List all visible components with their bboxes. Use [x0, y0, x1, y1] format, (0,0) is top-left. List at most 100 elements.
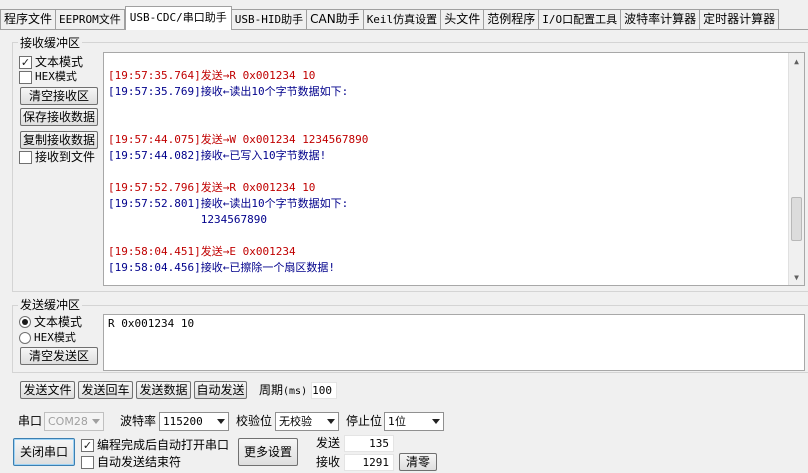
log-timestamp: [19:57:44.075] — [108, 133, 201, 146]
checkbox-unchecked-icon — [81, 455, 94, 469]
stop-bits-select[interactable]: 1位 — [384, 412, 444, 431]
recv-count-label: 接收 — [316, 455, 341, 469]
send-data-button[interactable]: 发送数据 — [136, 381, 191, 399]
baud-label: 波特率 — [120, 414, 157, 428]
port-label: 串口 — [18, 414, 43, 428]
log-line: [19:58:04.451]发送→E 0x001234 — [108, 245, 296, 258]
more-settings-button[interactable]: 更多设置 — [238, 438, 298, 466]
log-timestamp: [19:58:04.456] — [108, 261, 201, 274]
tab-keil-debug[interactable]: Keil仿真设置 — [363, 9, 442, 29]
log-text: 发送→W 0x001234 1234567890 — [200, 133, 369, 146]
stop-bits-value: 1位 — [388, 415, 406, 428]
checkbox-checked-icon: ✓ — [19, 55, 32, 69]
log-text: 发送→R 0x001234 10 — [200, 181, 316, 194]
clear-count-button[interactable]: 清零 — [399, 453, 437, 471]
scroll-up-arrow-icon[interactable]: ▲ — [789, 53, 804, 69]
log-timestamp: [19:57:44.082] — [108, 149, 201, 162]
log-line: [19:57:44.075]发送→W 0x001234 1234567890 — [108, 133, 368, 146]
auto-open-port-label: 编程完成后自动打开串口 — [97, 438, 230, 452]
receive-to-file-label: 接收到文件 — [35, 150, 96, 164]
log-text: 接收←已擦除一个扇区数据! — [200, 261, 335, 274]
parity-value: 无校验 — [279, 415, 312, 428]
checkbox-unchecked-icon — [19, 150, 32, 164]
baud-select[interactable]: 115200 — [159, 412, 229, 431]
log-text: 发送→R 0x001234 10 — [200, 69, 316, 82]
close-port-button[interactable]: 关闭串口 — [13, 438, 75, 466]
tab-io-config[interactable]: I/O口配置工具 — [539, 9, 622, 29]
period-input[interactable]: 100 — [311, 382, 337, 399]
save-receive-button[interactable]: 保存接收数据 — [20, 108, 98, 126]
chevron-down-icon — [92, 419, 100, 424]
log-timestamp: [19:57:52.801] — [108, 197, 201, 210]
send-group-label: 发送缓冲区 — [18, 298, 83, 312]
clear-send-button[interactable]: 清空发送区 — [20, 347, 98, 365]
baud-value: 115200 — [163, 415, 203, 428]
copy-receive-button[interactable]: 复制接收数据 — [20, 131, 98, 149]
tab-usb-hid[interactable]: USB-HID助手 — [231, 9, 308, 29]
log-line: [19:57:52.801]接收←读出10个字节数据如下: — [108, 197, 348, 210]
radio-unselected-icon — [19, 332, 31, 344]
clear-receive-button[interactable]: 清空接收区 — [20, 87, 98, 105]
scroll-thumb[interactable] — [791, 197, 802, 241]
port-select[interactable]: COM28 — [44, 412, 104, 431]
send-cr-button[interactable]: 发送回车 — [78, 381, 133, 399]
stop-bits-label: 停止位 — [346, 414, 383, 428]
receive-scrollbar[interactable]: ▲ ▼ — [788, 53, 804, 285]
period-label: 周期(ms) — [259, 383, 307, 399]
checkbox-checked-icon: ✓ — [81, 438, 94, 452]
log-line: [19:57:52.796]发送→R 0x001234 10 — [108, 181, 315, 194]
log-text: 接收←已写入10字节数据! — [200, 149, 327, 162]
auto-send-terminator-checkbox[interactable]: 自动发送结束符 — [81, 455, 181, 469]
send-text-mode-label: 文本模式 — [34, 315, 83, 329]
receive-log[interactable]: [19:57:35.764]发送→R 0x001234 10 [19:57:35… — [103, 52, 805, 286]
log-timestamp: [19:57:35.764] — [108, 69, 201, 82]
tab-timer-calculator[interactable]: 定时器计算器 — [700, 9, 780, 29]
send-file-button[interactable]: 发送文件 — [20, 381, 75, 399]
parity-select[interactable]: 无校验 — [275, 412, 339, 431]
tab-strip: 程序文件 EEPROM文件 USB-CDC/串口助手 USB-HID助手 CAN… — [0, 6, 808, 30]
tab-can[interactable]: CAN助手 — [307, 9, 364, 29]
auto-send-button[interactable]: 自动发送 — [194, 381, 247, 399]
tab-header-file[interactable]: 头文件 — [441, 9, 485, 29]
receive-text-mode-checkbox[interactable]: ✓ 文本模式 — [19, 55, 83, 69]
checkbox-unchecked-icon — [19, 70, 32, 84]
tab-eeprom-file[interactable]: EEPROM文件 — [56, 9, 125, 29]
tab-program-file[interactable]: 程序文件 — [0, 9, 57, 29]
log-text: 接收←读出10个字节数据如下: — [200, 85, 349, 98]
period-unit: (ms) — [283, 386, 308, 397]
chevron-down-icon — [217, 419, 225, 424]
receive-to-file-checkbox[interactable]: 接收到文件 — [19, 150, 95, 164]
period-label-text: 周期 — [259, 383, 284, 397]
send-input[interactable]: R 0x001234 10 — [103, 314, 805, 371]
log-line: 1234567890 — [108, 213, 267, 226]
receive-group-label: 接收缓冲区 — [18, 36, 83, 50]
tab-usb-cdc-serial[interactable]: USB-CDC/串口助手 — [124, 6, 232, 30]
log-text: 接收←读出10个字节数据如下: — [200, 197, 349, 210]
log-timestamp: [19:58:04.451] — [108, 245, 201, 258]
send-hex-mode-label: HEX模式 — [34, 331, 76, 344]
log-line: [19:57:35.769]接收←读出10个字节数据如下: — [108, 85, 348, 98]
log-line: [19:57:35.764]发送→R 0x001234 10 — [108, 69, 315, 82]
log-timestamp: [19:57:35.769] — [108, 85, 201, 98]
scroll-down-arrow-icon[interactable]: ▼ — [789, 269, 804, 285]
log-line: [19:57:44.082]接收←已写入10字节数据! — [108, 149, 326, 162]
send-text-mode-radio[interactable]: 文本模式 — [19, 315, 82, 329]
log-text: 发送→E 0x001234 — [200, 245, 296, 258]
chevron-down-icon — [432, 419, 440, 424]
log-timestamp: [19:57:52.796] — [108, 181, 201, 194]
tab-baud-calculator[interactable]: 波特率计算器 — [621, 9, 701, 29]
parity-label: 校验位 — [236, 414, 273, 428]
send-hex-mode-radio[interactable]: HEX模式 — [19, 331, 76, 345]
auto-send-terminator-label: 自动发送结束符 — [97, 455, 182, 469]
send-content: R 0x001234 10 — [108, 317, 195, 330]
sent-count-label: 发送 — [316, 436, 341, 450]
sent-count-value: 135 — [344, 435, 394, 452]
tab-examples[interactable]: 范例程序 — [484, 9, 540, 29]
receive-text-mode-label: 文本模式 — [35, 55, 84, 69]
chevron-down-icon — [327, 419, 335, 424]
log-line: [19:58:04.456]接收←已擦除一个扇区数据! — [108, 261, 335, 274]
receive-hex-mode-checkbox[interactable]: HEX模式 — [19, 70, 77, 84]
log-text: 1234567890 — [108, 213, 267, 226]
auto-open-port-checkbox[interactable]: ✓ 编程完成后自动打开串口 — [81, 438, 229, 452]
port-value: COM28 — [48, 415, 88, 428]
